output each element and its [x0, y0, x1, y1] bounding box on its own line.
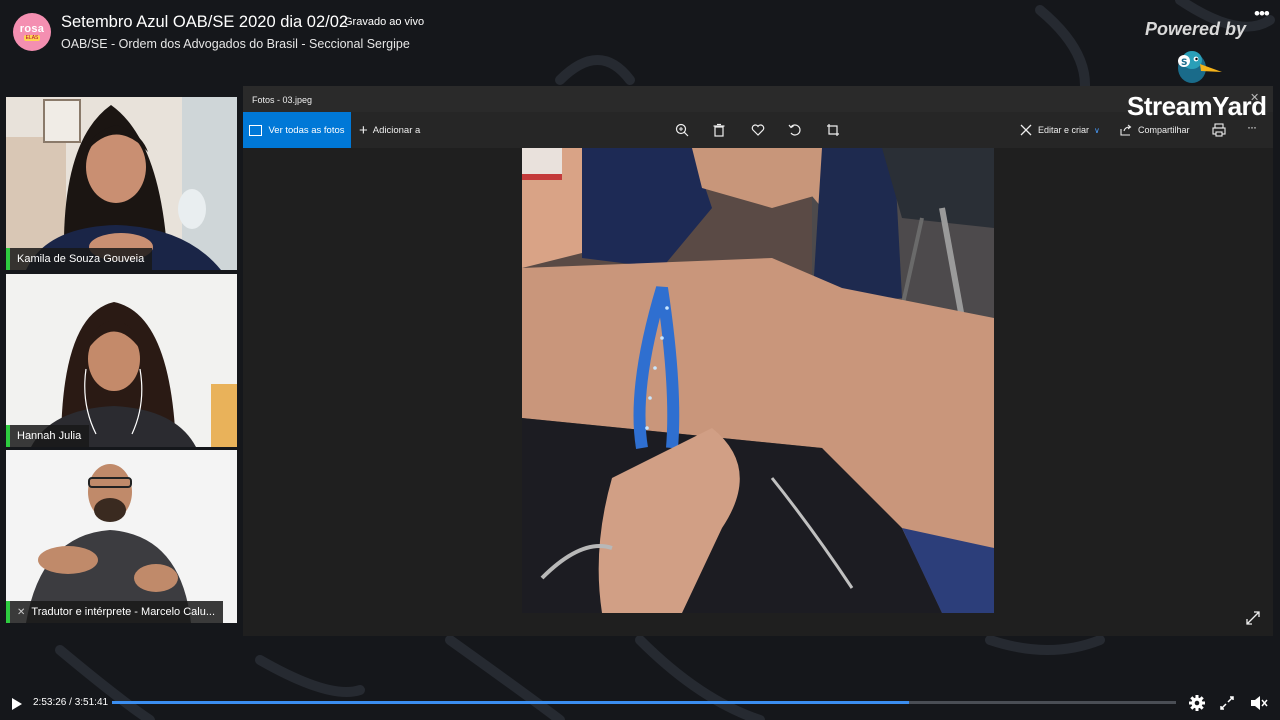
zoom-icon[interactable] — [673, 121, 691, 139]
progress-fill — [112, 701, 909, 704]
participant-name: Hannah Julia — [17, 430, 82, 442]
participant-video — [6, 97, 237, 270]
time-separator: / — [66, 697, 75, 708]
participant-tile[interactable]: Kamila de Souza Gouveia — [6, 97, 237, 270]
participant-name: Tradutor e intérprete - Marcelo Calu... — [31, 606, 216, 618]
participant-name-tag: Hannah Julia — [6, 425, 90, 447]
channel-logo-text: rosa — [19, 22, 45, 35]
powered-by-label: Powered by — [1145, 19, 1247, 39]
photos-toolbar: Ver todas as fotos + Adicionar a Editar … — [243, 112, 1273, 148]
svg-text:S: S — [1181, 58, 1187, 68]
add-to-label: Adicionar a — [372, 124, 421, 136]
displayed-photo[interactable] — [522, 148, 994, 613]
edit-create-label: Editar e criar — [1038, 125, 1090, 135]
time-display: 2:53:26 / 3:51:41 — [33, 697, 108, 708]
edit-icon — [1020, 124, 1032, 136]
photos-icon — [249, 124, 263, 136]
settings-gear-icon[interactable] — [1188, 694, 1206, 712]
view-all-photos-button[interactable]: Ver todas as fotos — [243, 112, 351, 148]
participant-name: Kamila de Souza Gouveia — [17, 253, 145, 265]
participant-tile[interactable]: Hannah Julia — [6, 274, 237, 447]
edit-create-button[interactable]: Editar e criar ∨ — [1020, 112, 1100, 148]
participant-name-tag: ✕ Tradutor e intérprete - Marcelo Calu..… — [6, 601, 224, 623]
fullscreen-icon[interactable] — [1220, 696, 1234, 710]
player-controls: 2:53:26 / 3:51:41 — [0, 688, 1280, 720]
share-icon — [1120, 124, 1132, 136]
live-badge: Gravado ao vivo — [344, 16, 425, 28]
current-time: 2:53:26 — [33, 697, 67, 708]
video-title[interactable]: Setembro Azul OAB/SE 2020 dia 02/02 — [61, 13, 348, 32]
channel-name[interactable]: OAB/SE - Ordem dos Advogados do Brasil -… — [61, 37, 410, 51]
channel-logo-sub: ELAS — [23, 34, 41, 41]
rotate-icon[interactable] — [786, 121, 804, 139]
more-options-icon[interactable]: ··· — [1247, 120, 1257, 134]
delete-icon[interactable] — [710, 121, 728, 139]
progress-bar[interactable] — [112, 701, 1176, 704]
participant-video — [6, 274, 237, 447]
expand-icon[interactable] — [1245, 610, 1261, 626]
ellipsis-icon[interactable]: ••• — [1254, 4, 1270, 24]
photos-titlebar: Fotos - 03.jpeg ✕ — [243, 86, 1273, 112]
play-icon[interactable] — [11, 697, 23, 711]
streamyard-logo: StreamYard — [1127, 91, 1267, 121]
photos-app-window: Fotos - 03.jpeg ✕ Ver todas as fotos + A… — [243, 86, 1273, 636]
print-icon[interactable] — [1210, 121, 1228, 139]
share-label: Compartilhar — [1138, 125, 1190, 135]
add-to-button[interactable]: + Adicionar a — [359, 112, 420, 148]
volume-muted-icon[interactable] — [1249, 694, 1269, 712]
participant-name-tag: Kamila de Souza Gouveia — [6, 248, 153, 270]
mic-muted-icon: ✕ — [17, 606, 26, 618]
participant-video — [6, 450, 237, 623]
participant-tile[interactable]: ✕ Tradutor e intérprete - Marcelo Calu..… — [6, 450, 237, 623]
channel-avatar[interactable]: rosa ELAS — [13, 13, 51, 51]
streamyard-duck-icon: S — [1178, 51, 1222, 83]
plus-icon: + — [359, 121, 368, 139]
chevron-down-icon: ∨ — [1094, 125, 1100, 135]
heart-icon[interactable] — [749, 121, 767, 139]
view-all-photos-label: Ver todas as fotos — [268, 124, 345, 136]
photos-app-title: Fotos - 03.jpeg — [252, 95, 313, 105]
crop-icon[interactable] — [824, 121, 842, 139]
duration: 3:51:41 — [74, 697, 109, 708]
